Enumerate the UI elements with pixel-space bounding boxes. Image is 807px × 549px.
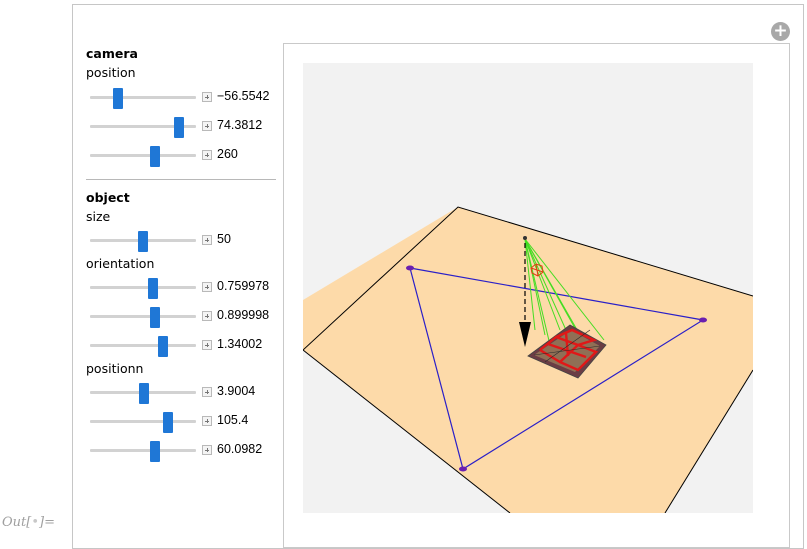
output-dot-icon: • [31, 515, 39, 530]
3d-scene[interactable] [0, 0, 807, 543]
triangle-vertex[interactable] [406, 265, 414, 271]
output-suffix: ]= [39, 515, 55, 530]
triangle-vertex[interactable] [699, 317, 707, 323]
output-label: Out[•]= [2, 515, 55, 530]
triangle-vertex[interactable] [459, 466, 467, 472]
camera-point[interactable] [523, 236, 527, 240]
output-prefix: Out[ [2, 515, 32, 530]
scene-content [303, 206, 753, 513]
